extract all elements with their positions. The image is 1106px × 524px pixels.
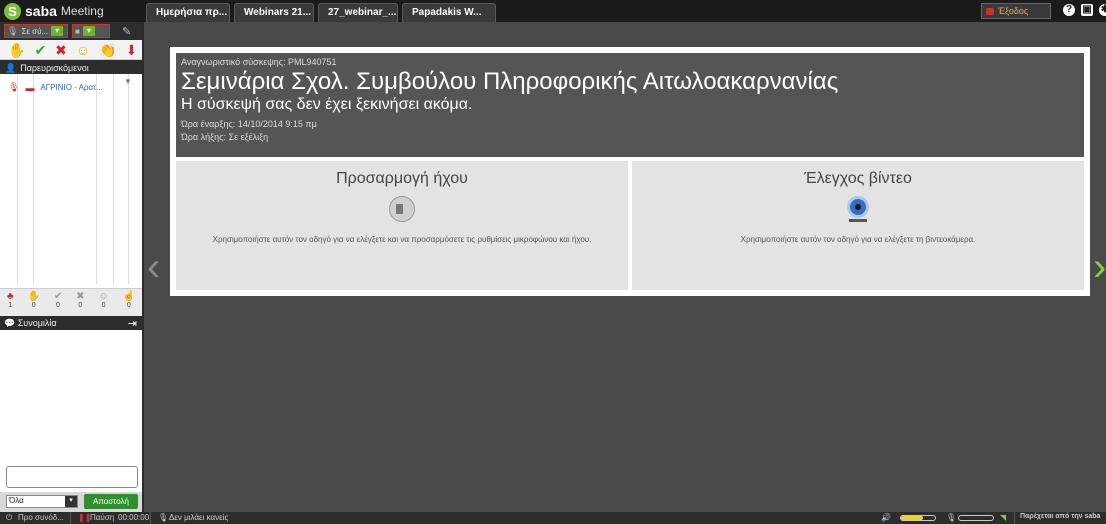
chat-messages (0, 330, 142, 466)
provided-by: Παρέχεται από την saba (1020, 513, 1101, 520)
status-agree: ✔ 0 (53, 291, 63, 309)
left-panel: 🎙 Σε σύ... ▾ ■ ▾ ✎ ✋ ✔ ✖ ☺ 👏 ⬇ 👤 Παρευρι… (0, 22, 144, 512)
product-name: Meeting (60, 4, 104, 18)
chat-recipient-value: Όλα (9, 496, 24, 505)
webcam-icon (844, 196, 872, 222)
chat-header-label: Συνομιλία (17, 318, 57, 328)
chevron-down-icon: ▾ (65, 496, 77, 507)
start-time-value: 14/10/2014 9:15 πμ (237, 119, 317, 129)
camera-icon: ■ (75, 26, 80, 36)
meeting-code: Αναγνωριστικό σύσκεψης: PML940751 (181, 57, 1079, 67)
end-time-value: Σε εξέλιξη (228, 132, 269, 142)
microphone-icon: 🎙 (7, 25, 19, 36)
agree-check-icon[interactable]: ✔ (34, 43, 46, 57)
audio-dropdown[interactable]: 🎙 Σε σύ... ▾ (4, 24, 68, 38)
chevron-down-icon: ▾ (82, 26, 95, 36)
attendee-row[interactable]: 🎙 ▬ ΑΓΡΙΝΙΟ - Αρατ... (8, 82, 103, 93)
disagree-x-icon[interactable]: ✖ (55, 43, 67, 57)
power-icon[interactable]: ⏻ (6, 513, 12, 523)
tab-session-3[interactable]: 27_webinar_... (318, 3, 398, 22)
chat-footer: Όλα ▾ Αποστολή (0, 492, 142, 512)
fullscreen-icon[interactable]: ▣ (1081, 4, 1093, 16)
meeting-code-label: Αναγνωριστικό σύσκεψης: (181, 57, 286, 67)
status-toolbar: ✋ ✔ ✖ ☺ 👏 ⬇ (0, 40, 142, 60)
end-time-label: Ώρα λήξης: (181, 132, 226, 142)
meeting-status: Η σύσκεψή σας δεν έχει ξεκινήσει ακόμα. (181, 96, 473, 113)
status-summary: ♣ 1 ✋ 0 ✔ 0 ✖ 0 ☺ 0 ☝ 0 (0, 288, 142, 316)
microphone-icon: 🎙 (158, 513, 169, 522)
exit-label: Έξοδος (998, 6, 1029, 16)
tab-session-1[interactable]: Ημερήσια πρ... (146, 3, 230, 22)
chat-input[interactable] (6, 466, 138, 488)
video-check-title: Έλεγχος βίντεο (804, 170, 912, 187)
status-disagree: ✖ 0 (76, 291, 85, 309)
saba-logo-icon: S (4, 2, 21, 20)
chat-header: 💬 Συνομιλία ⇥ (0, 316, 142, 330)
status-applause: ☝ 0 (122, 291, 136, 309)
audio-setup-panel[interactable]: Προσαρμογή ήχου Χρησιμοποιήστε αυτόν τον… (176, 161, 628, 290)
camera-off-icon: ▬ (25, 82, 35, 93)
video-check-text: Χρησιμοποιήστε αυτόν τον οδηγό για να ελ… (740, 235, 976, 244)
tab-session-2[interactable]: Webinars 21... (234, 3, 314, 22)
previous-arrow-icon[interactable]: ‹ (147, 247, 160, 287)
sort-arrow-icon[interactable]: ▼ (124, 77, 132, 86)
bottom-bar: ⏻ Προ συνόδ... ❚❚ Παύση 00:00:00 🎙 Δεν μ… (0, 512, 1106, 524)
pause-label[interactable]: Παύση (90, 513, 114, 522)
video-dropdown[interactable]: ■ ▾ (72, 24, 110, 38)
smile-icon[interactable]: ☺ (76, 43, 90, 57)
brand-name: saba (25, 3, 57, 19)
meeting-times: Ώρα έναρξης: 14/10/2014 9:15 πμ Ώρα λήξη… (181, 118, 1079, 144)
status-attendees: ♣ 1 (6, 291, 14, 309)
audio-setup-text: Χρησιμοποιήστε αυτόν τον οδηγό για να ελ… (212, 235, 592, 244)
speaker-volume-slider[interactable] (900, 515, 936, 521)
session-timer: 00:00:00 (118, 513, 150, 522)
speaker-icon (388, 196, 416, 222)
connect-status[interactable]: Προ συνόδ... (18, 513, 64, 522)
media-controls-row: 🎙 Σε σύ... ▾ ■ ▾ ✎ (0, 22, 142, 40)
video-check-panel[interactable]: Έλεγχος βίντεο Χρησιμοποιήστε αυτόν τον … (632, 161, 1084, 290)
meeting-code-value: PML940751 (288, 57, 337, 67)
chat-recipient-select[interactable]: Όλα ▾ (6, 495, 78, 508)
help-icon[interactable]: ? (1063, 4, 1075, 16)
audio-setup-title: Προσαρμογή ήχου (336, 170, 468, 187)
attendees-header: 👤 Παρευρισκόμενοι (0, 60, 142, 74)
status-hand: ✋ 0 (27, 291, 40, 309)
attendees-header-label: Παρευρισκόμενοι (20, 63, 89, 73)
meeting-card: Αναγνωριστικό σύσκεψης: PML940751 Σεμινά… (170, 47, 1090, 296)
send-button[interactable]: Αποστολή (84, 494, 138, 509)
next-arrow-icon[interactable]: › (1093, 247, 1106, 287)
start-time-label: Ώρα έναρξης: (181, 119, 236, 129)
meeting-info: Αναγνωριστικό σύσκεψης: PML940751 Σεμινά… (176, 53, 1084, 157)
speaker-volume-fill (901, 516, 924, 520)
speaker-volume-icon: 🔊 (881, 513, 891, 522)
applause-icon[interactable]: 👏 (99, 43, 116, 57)
exit-button[interactable]: Έξοδος (981, 3, 1051, 19)
chat-bubble-icon: 💬 (4, 318, 16, 328)
top-bar: S saba Meeting Ημερήσια πρ... Webinars 2… (0, 0, 1106, 22)
mic-volume-slider[interactable] (958, 515, 994, 521)
microphone-volume-icon: 🎙 (946, 513, 957, 522)
step-away-icon[interactable]: ⬇ (126, 43, 138, 57)
audio-dropdown-label: Σε σύ... (21, 26, 49, 36)
exit-icon (986, 8, 994, 15)
attendee-name: ΑΓΡΙΝΙΟ - Αρατ... (40, 83, 103, 92)
settings-gear-icon[interactable]: ✱ (1099, 4, 1106, 16)
tab-session-4[interactable]: Papadakis W... (402, 3, 496, 22)
speaking-status: Δεν μιλάει κανείς (169, 513, 229, 522)
status-smile: ☺ 0 (98, 291, 109, 309)
attendees-icon: 👤 (5, 62, 17, 73)
chevron-down-icon: ▾ (51, 26, 64, 36)
chat-popout-icon[interactable]: ⇥ (128, 317, 137, 330)
attendees-list: ▼ 🎙 ▬ ΑΓΡΙΝΙΟ - Αρατ... (0, 74, 142, 284)
raise-hand-icon[interactable]: ✋ (8, 43, 25, 57)
microphone-muted-icon: 🎙 (8, 82, 20, 92)
pen-icon[interactable]: ✎ (122, 25, 131, 38)
connection-signal-icon: ◥ (1000, 513, 1007, 522)
meeting-title: Σεμινάρια Σχολ. Συμβούλου Πληροφορικής Α… (181, 68, 839, 95)
saba-logo: S saba Meeting (4, 1, 104, 21)
